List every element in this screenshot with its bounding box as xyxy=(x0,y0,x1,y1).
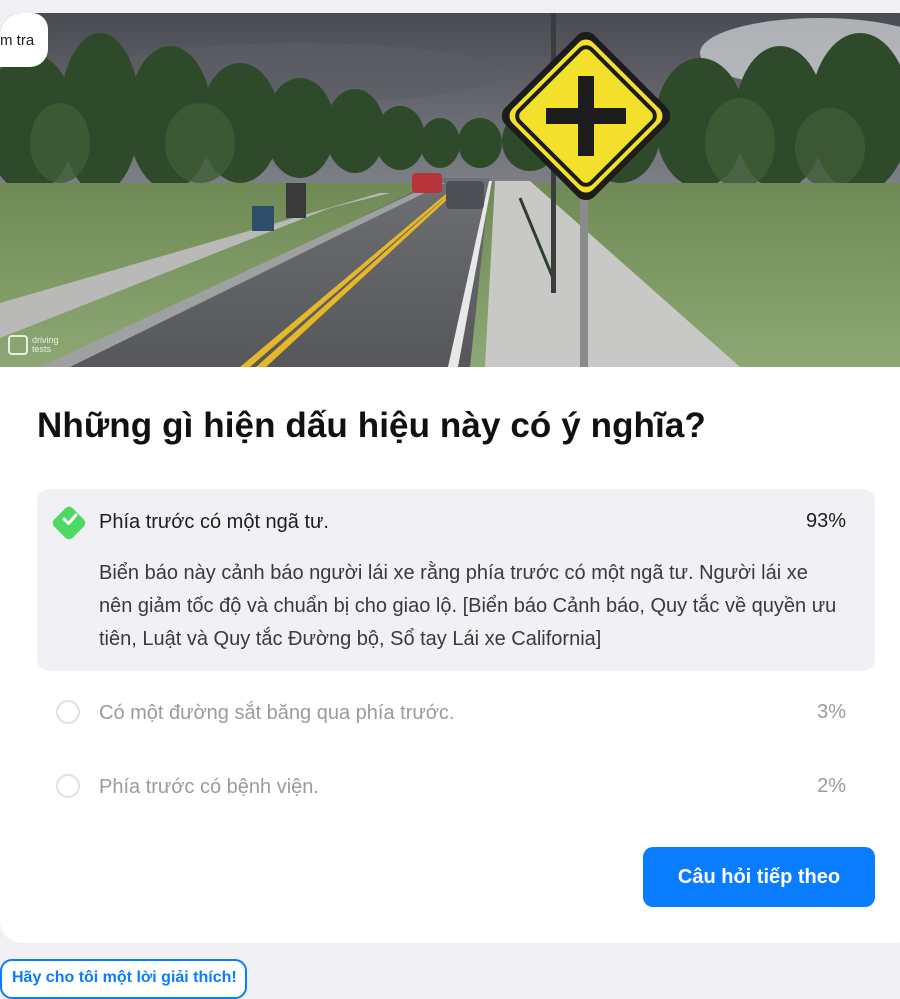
watermark: driving tests xyxy=(8,335,59,355)
answer-option[interactable]: Phía trước có bệnh viện. 2% xyxy=(37,765,875,809)
checkmark-icon xyxy=(62,513,78,525)
radio-icon xyxy=(56,700,80,724)
explain-button[interactable]: Hãy cho tôi một lời giải thích! xyxy=(0,959,247,999)
answer-option-correct[interactable]: Phía trước có một ngã tư. 93% Biển báo n… xyxy=(37,489,875,671)
answer-text: Phía trước có bệnh viện. xyxy=(99,776,319,798)
question-card: driving tests m tra Những gì hiện dấu hi… xyxy=(0,13,900,943)
watermark-line2: tests xyxy=(32,344,52,354)
test-badge-label: m tra xyxy=(0,31,35,49)
question-image: driving tests xyxy=(0,13,900,367)
answer-percent: 2% xyxy=(817,775,846,797)
test-badge: m tra xyxy=(0,13,49,67)
answer-explanation: Biển báo này cảnh báo người lái xe rằng … xyxy=(99,562,837,650)
question-title: Những gì hiện dấu hiệu này có ý nghĩa? xyxy=(37,406,706,445)
answer-text: Phía trước có một ngã tư. xyxy=(99,511,329,533)
answer-percent: 3% xyxy=(817,701,846,723)
watermark-logo-icon xyxy=(8,335,28,355)
next-question-button[interactable]: Câu hỏi tiếp theo xyxy=(643,847,875,907)
answer-percent: 93% xyxy=(805,510,846,532)
answer-text: Có một đường sắt băng qua phía trước. xyxy=(99,702,455,724)
answer-option[interactable]: Có một đường sắt băng qua phía trước. 3% xyxy=(37,691,875,735)
radio-icon xyxy=(56,774,80,798)
